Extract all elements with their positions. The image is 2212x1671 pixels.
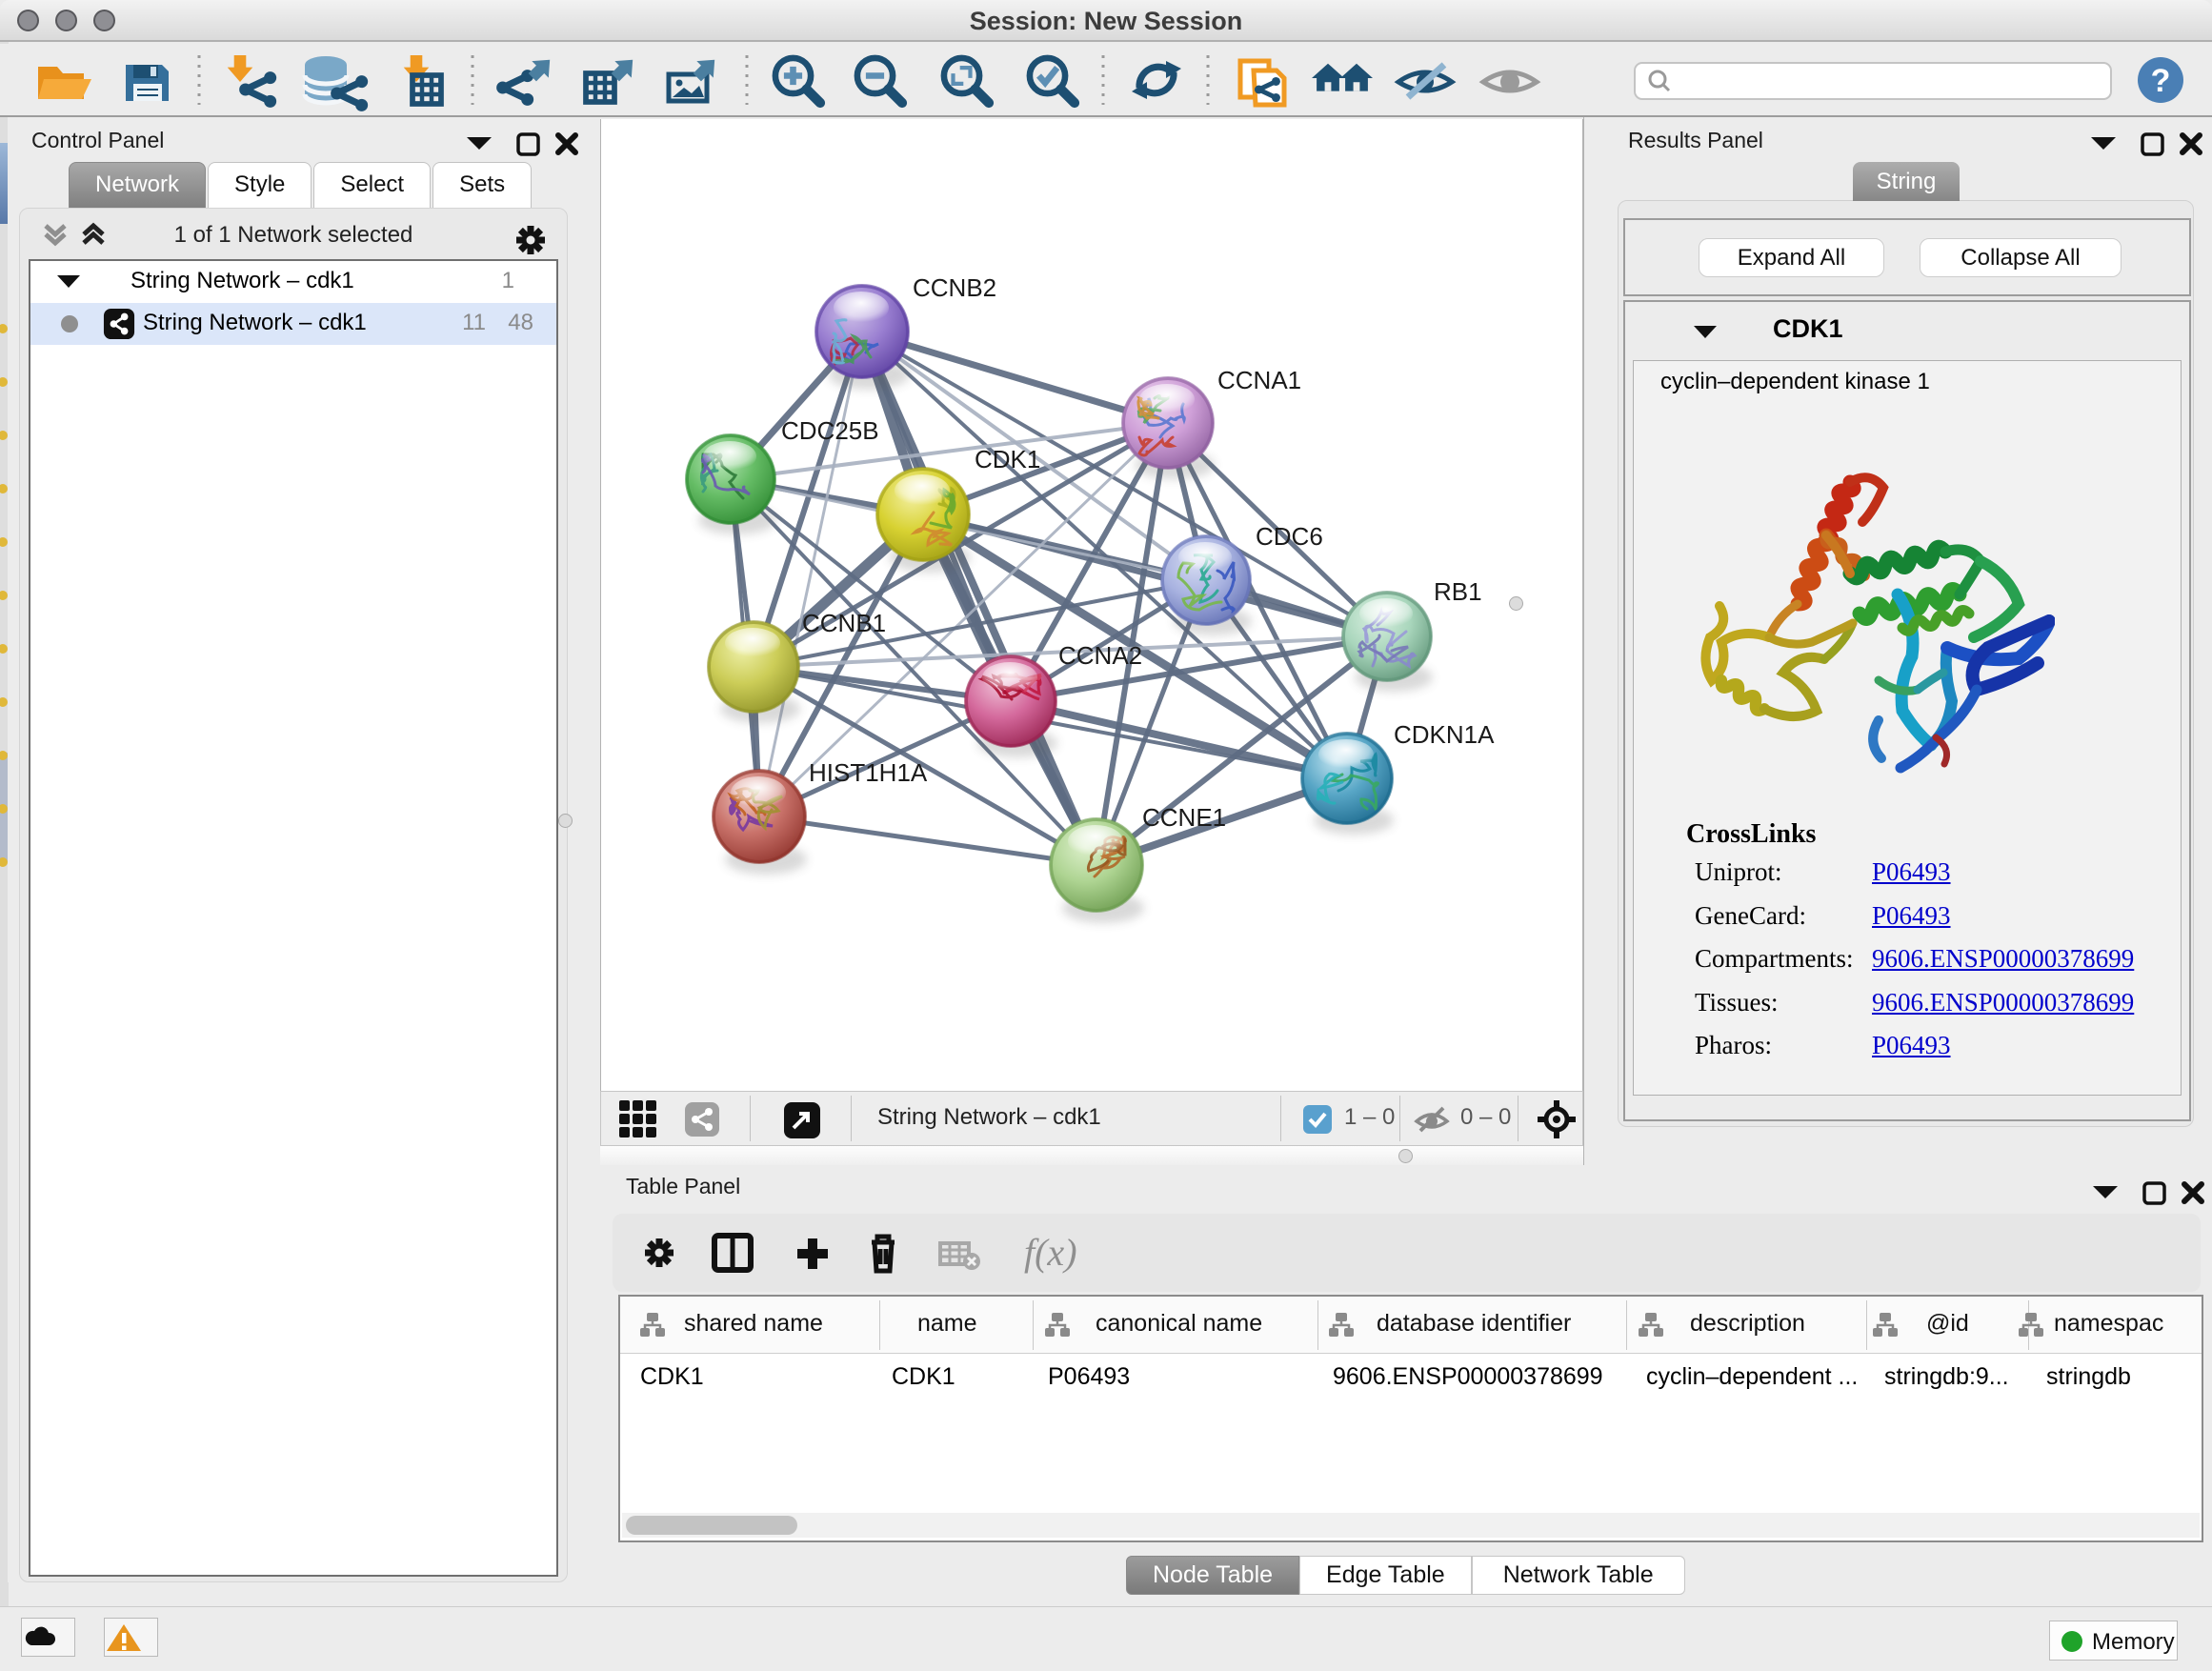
svg-text:CDK1: CDK1 xyxy=(975,445,1040,473)
svg-text:CCNA2: CCNA2 xyxy=(1058,641,1142,670)
svg-text:CDC25B: CDC25B xyxy=(781,416,879,445)
svg-text:CCNB1: CCNB1 xyxy=(802,609,886,637)
svg-text:RB1: RB1 xyxy=(1434,577,1482,606)
svg-text:CDKN1A: CDKN1A xyxy=(1394,720,1495,749)
svg-text:?: ? xyxy=(2151,63,2171,99)
svg-text:CDC6: CDC6 xyxy=(1256,522,1323,551)
svg-text:HIST1H1A: HIST1H1A xyxy=(809,758,928,787)
svg-text:CCNA1: CCNA1 xyxy=(1217,366,1301,394)
svg-text:CCNB2: CCNB2 xyxy=(913,273,996,302)
svg-text:CCNE1: CCNE1 xyxy=(1142,803,1226,832)
svg-text:f(x): f(x) xyxy=(1024,1231,1077,1274)
